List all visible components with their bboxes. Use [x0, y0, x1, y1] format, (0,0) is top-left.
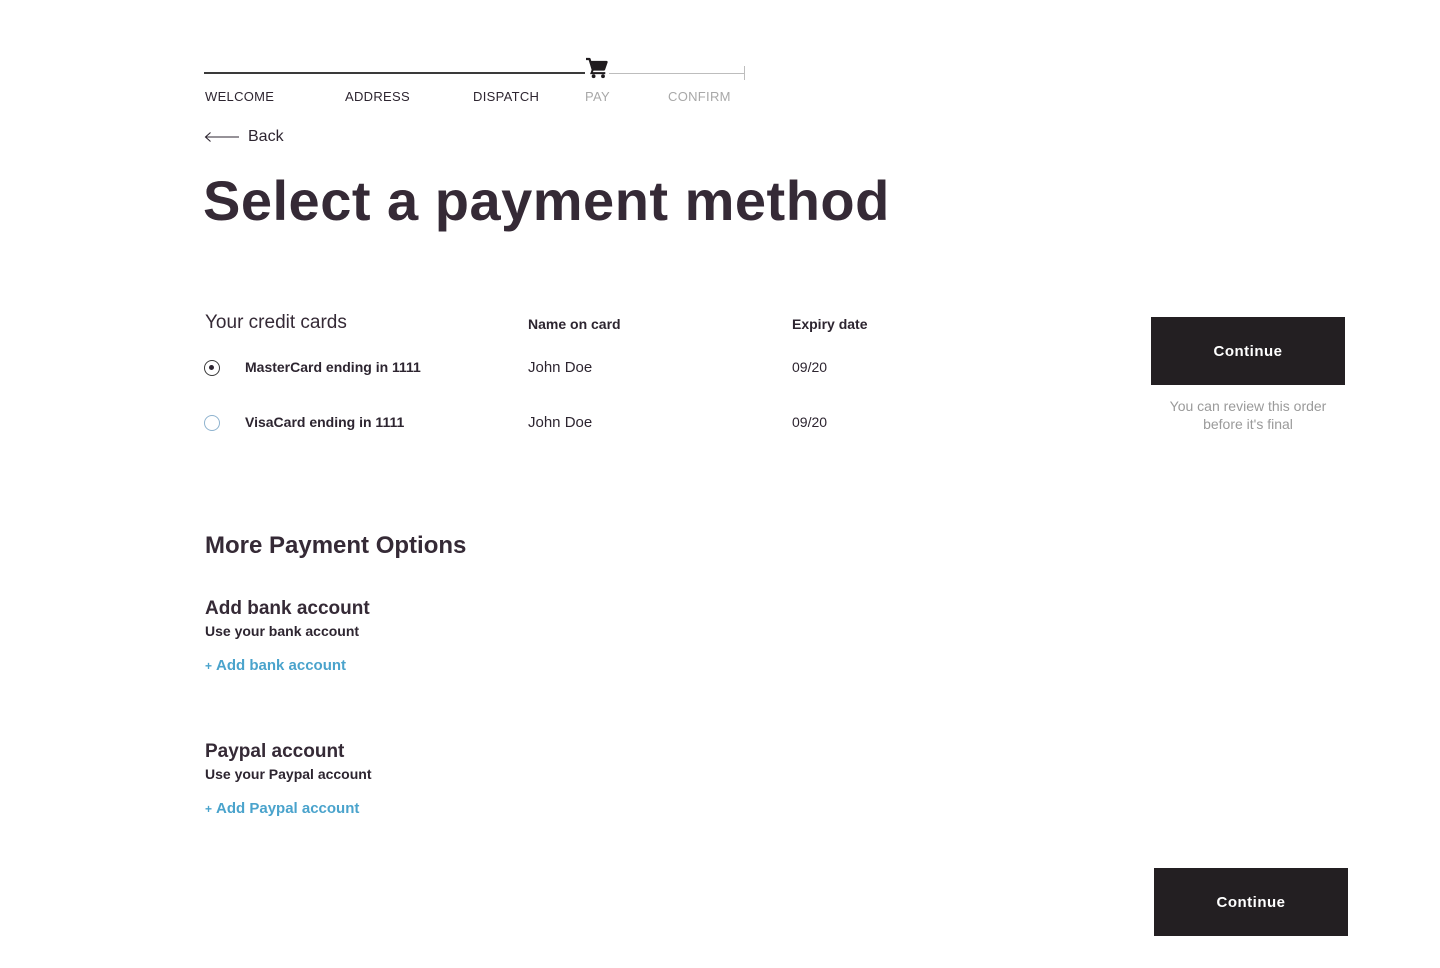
step-pay: PAY: [585, 89, 610, 104]
bank-account-title: Add bank account: [205, 598, 370, 619]
card-holder-name: John Doe: [528, 414, 593, 431]
continue-button-bottom[interactable]: Continue: [1154, 868, 1348, 936]
column-header-name-on-card: Name on card: [528, 316, 621, 332]
step-confirm: CONFIRM: [668, 89, 731, 104]
paypal-account-option: Paypal account Use your Paypal account +…: [205, 741, 605, 818]
card-holder-name: John Doe: [528, 359, 593, 376]
progress-track-remaining: [598, 73, 744, 74]
card-label: MasterCard ending in 1111: [245, 359, 421, 375]
paypal-account-title: Paypal account: [205, 741, 345, 762]
add-bank-account-label: Add bank account: [216, 657, 347, 674]
back-link[interactable]: Back: [204, 125, 284, 149]
add-paypal-account-label: Add Paypal account: [216, 800, 360, 817]
arrow-left-icon: [204, 132, 239, 142]
bank-account-subtitle: Use your bank account: [205, 623, 360, 639]
progress-track-end-marker: [744, 66, 745, 80]
page-title: Select a payment method: [203, 169, 890, 232]
card-expiry-date: 09/20: [792, 359, 828, 375]
checkout-progress-stepper: WELCOME ADDRESS DISPATCH PAY CONFIRM: [204, 56, 749, 106]
plus-icon: +: [205, 801, 213, 816]
bank-account-option: Add bank account Use your bank account +…: [205, 598, 605, 675]
continue-button-top[interactable]: Continue: [1151, 317, 1345, 385]
credit-card-row[interactable]: VisaCard ending in 1111 John Doe 09/20: [204, 411, 924, 435]
step-dispatch: DISPATCH: [473, 89, 540, 104]
shopping-cart-icon: [585, 57, 609, 79]
plus-icon: +: [205, 658, 213, 673]
add-paypal-account-link[interactable]: + Add Paypal account: [205, 800, 359, 817]
column-header-expiry-date: Expiry date: [792, 316, 868, 332]
card-radio-unselected[interactable]: [204, 415, 220, 431]
step-welcome: WELCOME: [205, 89, 275, 104]
add-bank-account-link[interactable]: + Add bank account: [205, 657, 346, 674]
back-label: Back: [248, 128, 284, 145]
credit-cards-heading: Your credit cards: [205, 312, 347, 333]
paypal-account-subtitle: Use your Paypal account: [205, 766, 372, 782]
progress-track-completed: [204, 72, 598, 74]
card-radio-selected[interactable]: [204, 360, 220, 376]
card-label: VisaCard ending in 1111: [245, 414, 405, 430]
step-address: ADDRESS: [345, 89, 410, 104]
review-order-note: You can review this order before it's fi…: [1169, 398, 1327, 432]
card-expiry-date: 09/20: [792, 414, 828, 430]
more-payment-options-heading: More Payment Options: [205, 532, 467, 559]
credit-card-row[interactable]: MasterCard ending in 1111 John Doe 09/20: [204, 356, 924, 380]
